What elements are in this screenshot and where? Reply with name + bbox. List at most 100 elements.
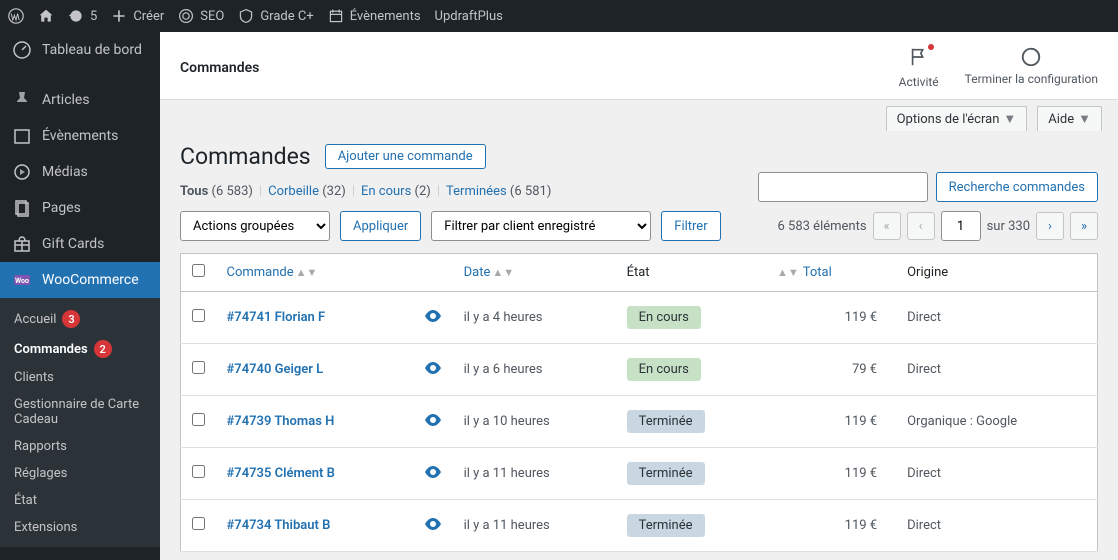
events-item[interactable]: Évènements [328, 8, 421, 24]
submenu-commandes[interactable]: Commandes2 [0, 334, 160, 364]
search-row: Recherche commandes [758, 172, 1098, 202]
preview-button[interactable] [414, 396, 454, 448]
home-icon[interactable] [38, 8, 54, 24]
last-page-button[interactable]: » [1070, 212, 1098, 240]
order-total: 119 € [767, 500, 897, 552]
order-origin: Organique : Google [897, 396, 1097, 448]
table-row: #74740 Geiger Lil y a 6 heuresEn cours79… [181, 344, 1098, 396]
row-checkbox[interactable] [192, 413, 205, 426]
finish-config-button[interactable]: Terminer la configuration [965, 46, 1098, 89]
row-checkbox[interactable] [192, 465, 205, 478]
submenu-clients[interactable]: Clients [0, 364, 160, 391]
sidebar-giftcards[interactable]: Gift Cards [0, 226, 160, 262]
bulk-actions-select[interactable]: Actions groupées [180, 211, 330, 241]
col-date[interactable]: Date▲▼ [454, 254, 617, 292]
sidebar-medias[interactable]: Médias [0, 154, 160, 190]
table-row: #74741 Florian Fil y a 4 heuresEn cours1… [181, 292, 1098, 344]
wp-logo[interactable] [8, 8, 24, 24]
next-page-button[interactable]: › [1036, 212, 1064, 240]
order-link[interactable]: #74739 Thomas H [227, 414, 335, 429]
pin-icon [12, 90, 32, 110]
status-badge: En cours [627, 358, 701, 381]
grade-item[interactable]: Grade C+ [238, 8, 313, 24]
preview-button[interactable] [414, 344, 454, 396]
order-total: 119 € [767, 396, 897, 448]
preview-button[interactable] [414, 448, 454, 500]
apply-button[interactable]: Appliquer [340, 211, 421, 241]
order-date: il y a 11 heures [454, 448, 617, 500]
grade-label: Grade C+ [260, 9, 313, 24]
woo-submenu: Accueil3 Commandes2 Clients Gestionnaire… [0, 298, 160, 547]
shield-icon [238, 8, 254, 24]
order-origin: Direct [897, 292, 1097, 344]
woo-header-title: Commandes [180, 60, 259, 76]
dashboard-icon [12, 40, 32, 60]
row-checkbox[interactable] [192, 309, 205, 322]
submenu-gestionnaire[interactable]: Gestionnaire de Carte Cadeau [0, 391, 160, 433]
row-checkbox[interactable] [192, 361, 205, 374]
order-link[interactable]: #74740 Geiger L [227, 362, 324, 377]
filter-button[interactable]: Filtrer [661, 211, 720, 241]
col-status: État [617, 254, 767, 292]
create-label: Créer [133, 9, 164, 24]
filter-all[interactable]: Tous [180, 184, 208, 199]
admin-bar: 5 Créer SEO Grade C+ Évènements UpdraftP… [0, 0, 1118, 32]
filter-processing[interactable]: En cours [361, 184, 411, 199]
sidebar-events[interactable]: Évènements [0, 118, 160, 154]
filter-customer-select[interactable]: Filtrer par client enregistré [431, 211, 651, 241]
gift-icon [12, 234, 32, 254]
order-date: il y a 11 heures [454, 500, 617, 552]
refresh-item[interactable]: 5 [68, 8, 97, 24]
sidebar-label: Tableau de bord [42, 42, 142, 58]
order-link[interactable]: #74741 Florian F [227, 310, 326, 325]
seo-item[interactable]: SEO [178, 8, 224, 24]
updraft-item[interactable]: UpdraftPlus [435, 9, 503, 24]
preview-button[interactable] [414, 500, 454, 552]
activity-button[interactable]: Activité [899, 46, 939, 89]
first-page-button[interactable]: « [873, 212, 901, 240]
page-input[interactable] [941, 211, 981, 241]
submenu-etat[interactable]: État [0, 487, 160, 514]
woo-icon: Woo [12, 270, 32, 290]
order-origin: Direct [897, 344, 1097, 396]
main-content: Commandes Activité Terminer la configura… [160, 32, 1118, 560]
create-item[interactable]: Créer [111, 8, 164, 24]
screen-tabs: Options de l'écran ▼ Aide ▼ [160, 100, 1118, 131]
sidebar-articles[interactable]: Articles [0, 82, 160, 118]
search-button[interactable]: Recherche commandes [936, 172, 1098, 202]
select-all-checkbox[interactable] [192, 264, 205, 277]
order-date: il y a 10 heures [454, 396, 617, 448]
submenu-accueil[interactable]: Accueil3 [0, 304, 160, 334]
col-order[interactable]: Commande▲▼ [217, 254, 414, 292]
actions-row: Actions groupées Appliquer Filtrer par c… [180, 211, 1098, 241]
table-row: #74739 Thomas Hil y a 10 heuresTerminée1… [181, 396, 1098, 448]
badge: 2 [94, 340, 112, 358]
col-total[interactable]: ▲▼Total [767, 254, 897, 292]
add-order-button[interactable]: Ajouter une commande [325, 144, 486, 169]
seo-label: SEO [200, 9, 224, 24]
sidebar-dashboard[interactable]: Tableau de bord [0, 32, 160, 68]
sidebar-pages[interactable]: Pages [0, 190, 160, 226]
submenu-rapports[interactable]: Rapports [0, 433, 160, 460]
screen-options-tab[interactable]: Options de l'écran ▼ [886, 106, 1028, 131]
calendar-icon [328, 8, 344, 24]
order-link[interactable]: #74734 Thibaut B [227, 518, 331, 533]
preview-button[interactable] [414, 292, 454, 344]
row-checkbox[interactable] [192, 517, 205, 530]
order-link[interactable]: #74735 Clément B [227, 466, 335, 481]
filter-trash[interactable]: Corbeille [268, 184, 319, 199]
submenu-extensions[interactable]: Extensions [0, 514, 160, 541]
order-origin: Direct [897, 448, 1097, 500]
prev-page-button[interactable]: ‹ [907, 212, 935, 240]
page-title: Commandes [180, 143, 311, 170]
submenu-reglages[interactable]: Réglages [0, 460, 160, 487]
order-total: 119 € [767, 292, 897, 344]
help-tab[interactable]: Aide ▼ [1037, 106, 1102, 131]
search-input[interactable] [758, 172, 928, 202]
flag-icon [908, 46, 930, 68]
order-origin: Direct [897, 500, 1097, 552]
filter-completed[interactable]: Terminées [446, 184, 507, 199]
sidebar-woocommerce[interactable]: WooWooCommerce [0, 262, 160, 298]
status-badge: Terminée [627, 462, 705, 485]
page-header: Commandes Ajouter une commande [180, 143, 1098, 170]
